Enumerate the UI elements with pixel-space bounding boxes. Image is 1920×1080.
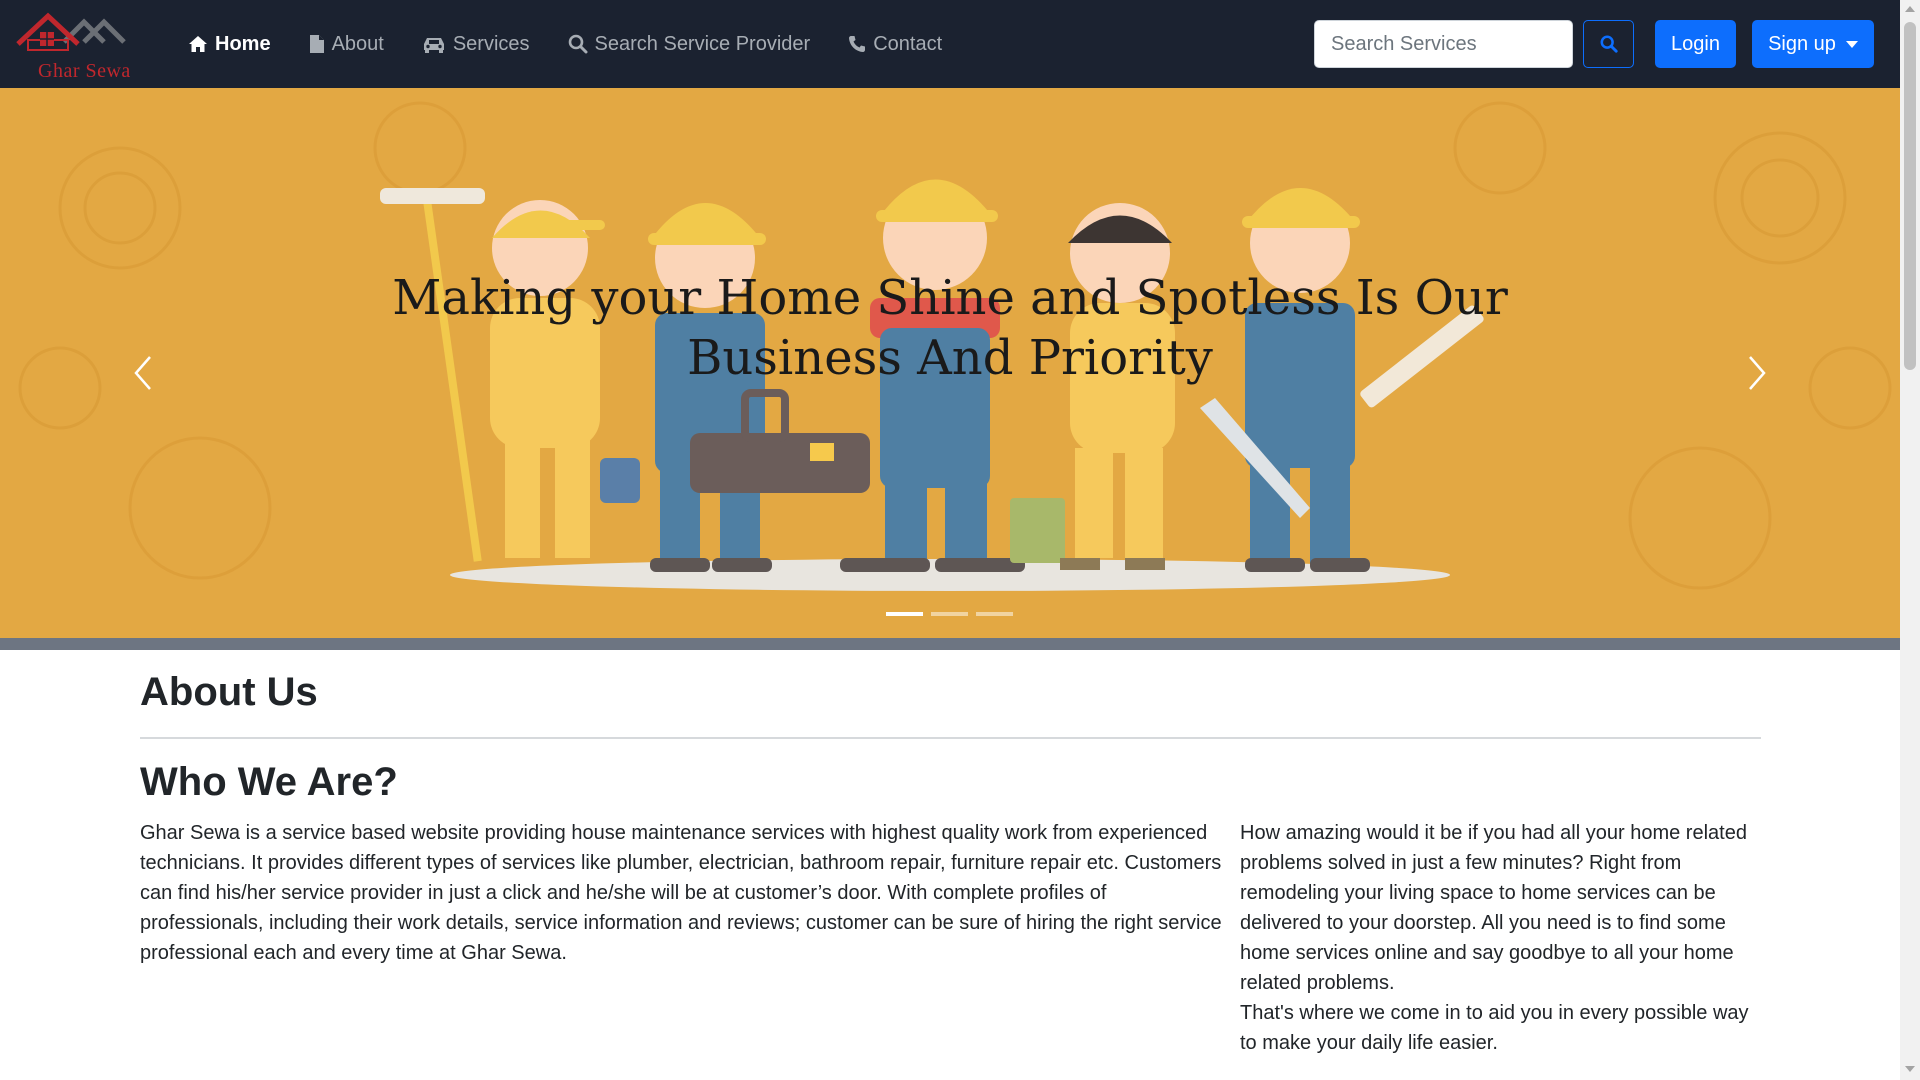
nav-item-label: Services <box>452 32 530 55</box>
nav-item-label: Search Service Provider <box>594 32 811 55</box>
chevron-left-icon <box>134 356 151 390</box>
scroll-up-icon[interactable] <box>1905 6 1915 12</box>
nav-links: Home About Services Search Service Provi… <box>188 0 942 88</box>
who-we-are-heading: Who We Are? <box>140 760 398 804</box>
page-scrollbar[interactable] <box>1900 0 1920 1080</box>
about-paragraph-right-text: How amazing would it be if you had all y… <box>1240 822 1747 994</box>
nav-item-home[interactable]: Home <box>188 33 271 56</box>
nav-item-label: Home <box>215 32 271 55</box>
carousel-indicator[interactable] <box>976 612 1013 616</box>
nav-item-contact[interactable]: Contact <box>848 33 942 56</box>
carousel-bottom-bar <box>0 638 1900 650</box>
carousel-indicators <box>886 612 1013 616</box>
scroll-down-icon[interactable] <box>1905 1066 1915 1072</box>
chevron-right-icon <box>1749 356 1766 390</box>
about-paragraph-right: How amazing would it be if you had all y… <box>1240 818 1770 1058</box>
search-button[interactable] <box>1583 20 1634 68</box>
search-icon <box>1600 35 1618 53</box>
brand-logo[interactable]: Ghar Sewa <box>12 10 142 82</box>
login-button[interactable]: Login <box>1655 20 1736 68</box>
search-input[interactable] <box>1314 20 1573 68</box>
about-paragraph-left: Ghar Sewa is a service based website pro… <box>140 822 1222 964</box>
nav-item-services[interactable]: Services <box>422 33 530 56</box>
carousel-next-button[interactable] <box>1742 353 1772 393</box>
nav-item-about[interactable]: About <box>309 33 384 56</box>
section-divider <box>140 737 1761 739</box>
carousel-prev-button[interactable] <box>128 353 158 393</box>
brand-name: Ghar Sewa <box>38 60 131 82</box>
carousel-caption: Making your Home Shine and Spotless Is O… <box>392 270 1508 386</box>
car-icon <box>423 38 444 53</box>
signup-label: Sign up <box>1768 32 1836 55</box>
signup-dropdown-button[interactable]: Sign up <box>1752 20 1874 68</box>
caret-down-icon <box>1845 40 1858 48</box>
nav-item-label: Contact <box>873 32 943 55</box>
top-navbar: Ghar Sewa Home About Services Search Ser… <box>0 0 1900 88</box>
search-icon <box>568 34 588 54</box>
nav-item-label: About <box>331 32 384 55</box>
about-heading: About Us <box>140 670 318 714</box>
hero-carousel: Making your Home Shine and Spotless Is O… <box>0 88 1900 638</box>
carousel-indicator[interactable] <box>886 612 923 616</box>
phone-icon <box>849 36 866 52</box>
home-icon <box>189 36 207 52</box>
scrollbar-thumb[interactable] <box>1904 22 1916 370</box>
nav-item-search-provider[interactable]: Search Service Provider <box>568 32 811 56</box>
file-icon <box>309 35 324 53</box>
carousel-indicator[interactable] <box>931 612 968 616</box>
about-paragraph-right-text: That's where we come in to aid you in ev… <box>1240 1002 1749 1054</box>
